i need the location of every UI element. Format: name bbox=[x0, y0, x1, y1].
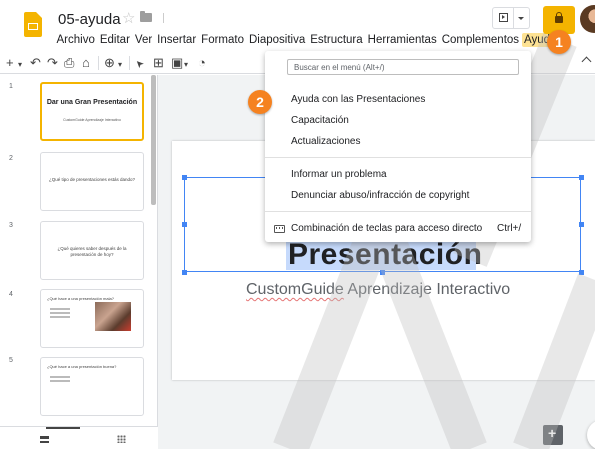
keyboard-icon bbox=[274, 225, 285, 233]
thumb-text: ¿Qué hace a una presentación buena? bbox=[47, 364, 117, 369]
thumb-bullet bbox=[50, 312, 70, 314]
thumb-text: ¿Qué tipo de presentaciones estás dando? bbox=[48, 177, 136, 182]
menu-complementos[interactable]: Complementos bbox=[439, 33, 521, 47]
resize-handle[interactable] bbox=[182, 222, 187, 227]
resize-handle[interactable] bbox=[182, 175, 187, 180]
thumb-title: Dar una Gran Presentación bbox=[46, 99, 138, 106]
menu-estructura[interactable]: Estructura bbox=[308, 33, 365, 47]
menu-formato[interactable]: Formato bbox=[199, 33, 247, 47]
thumb-bullet bbox=[50, 376, 70, 378]
slide-thumbnail-1[interactable]: Dar una Gran Presentación CustomGuide Ap… bbox=[40, 82, 144, 141]
menu-item-informar-problema[interactable]: Informar un problema bbox=[291, 169, 387, 181]
step-callout-1: 1 bbox=[547, 30, 571, 54]
thumb-photo bbox=[95, 302, 131, 331]
menu-ver[interactable]: Ver bbox=[132, 33, 154, 47]
thumb-text: ¿Qué hace a una presentación mala? bbox=[47, 296, 114, 301]
slide-number: 4 bbox=[9, 291, 13, 298]
slide-number: 1 bbox=[9, 83, 13, 90]
textbox-icon[interactable]: ⊞ bbox=[153, 55, 164, 71]
menu-item-ayuda-presentaciones[interactable]: Ayuda con las Presentaciones bbox=[291, 94, 425, 106]
folder-icon[interactable] bbox=[140, 11, 152, 22]
menu-item-keyboard-shortcuts[interactable]: Combinación de teclas para acceso direct… bbox=[291, 223, 482, 235]
resize-handle[interactable] bbox=[182, 270, 187, 275]
subtitle-rest: Aprendizaje Interactivo bbox=[343, 281, 511, 298]
menu-search-input[interactable]: Buscar en el menú (Alt+/) bbox=[287, 59, 519, 75]
slide-thumbnail-5[interactable]: ¿Qué hace a una presentación buena? bbox=[40, 357, 144, 416]
image-dropdown[interactable]: ▾ bbox=[184, 57, 188, 73]
toolbar-separator bbox=[129, 56, 130, 70]
subtitle-word: CustomGuide bbox=[246, 281, 344, 298]
resize-handle[interactable] bbox=[579, 270, 584, 275]
filmstrip-panel: 1 Dar una Gran Presentación CustomGuide … bbox=[0, 75, 158, 449]
add-slide-dropdown[interactable]: ▾ bbox=[18, 57, 22, 73]
image-icon[interactable]: ▣ bbox=[171, 55, 183, 71]
menu-divider bbox=[265, 211, 531, 212]
resize-handle[interactable] bbox=[579, 175, 584, 180]
slides-logo-icon[interactable] bbox=[24, 12, 42, 37]
present-icon bbox=[499, 13, 508, 22]
redo-icon[interactable]: ↷ bbox=[47, 55, 58, 71]
resize-handle[interactable] bbox=[380, 270, 385, 275]
present-dropdown-button[interactable] bbox=[514, 7, 530, 29]
undo-icon[interactable]: ↶ bbox=[30, 55, 41, 71]
shape-icon[interactable]: ◔ bbox=[198, 55, 206, 71]
star-icon[interactable]: ☆ bbox=[122, 9, 135, 27]
add-slide-button[interactable]: + bbox=[6, 55, 14, 71]
slide-thumbnail-2[interactable]: ¿Qué tipo de presentaciones estás dando? bbox=[40, 152, 144, 211]
shortcut-label: Ctrl+/ bbox=[497, 223, 522, 234]
zoom-dropdown[interactable]: ▾ bbox=[118, 57, 122, 73]
filmstrip-view-icon[interactable] bbox=[40, 436, 49, 443]
resize-handle[interactable] bbox=[579, 222, 584, 227]
present-button[interactable] bbox=[492, 7, 514, 29]
menu-item-denunciar-abuso[interactable]: Denunciar abuso/infracción de copyright bbox=[291, 190, 469, 202]
thumb-bullet bbox=[50, 308, 70, 310]
print-icon[interactable]: ⎙ bbox=[64, 55, 74, 71]
zoom-icon[interactable]: ⊕ bbox=[104, 55, 115, 71]
thumb-text: ¿Qué quieres saber después de la present… bbox=[57, 246, 127, 257]
menu-bar: Archivo Editar Ver Insertar Formato Diap… bbox=[54, 33, 559, 47]
title-bar: 05-ayuda ☆ Archivo Editar Ver Insertar F… bbox=[0, 0, 595, 52]
slide-thumbnail-4[interactable]: ¿Qué hace a una presentación mala? bbox=[40, 289, 144, 348]
slide-number: 3 bbox=[9, 222, 13, 229]
slide-subtitle[interactable]: CustomGuide Aprendizaje Interactivo bbox=[246, 281, 510, 299]
horizontal-scrollbar[interactable] bbox=[46, 427, 80, 429]
thumb-bullet bbox=[50, 380, 70, 382]
slide-thumbnail-3[interactable]: ¿Qué quieres saber después de la present… bbox=[40, 221, 144, 280]
menu-item-actualizaciones[interactable]: Actualizaciones bbox=[291, 136, 360, 148]
step-callout-2: 2 bbox=[248, 90, 272, 114]
slide-number: 2 bbox=[9, 155, 13, 162]
toolbar-separator bbox=[98, 56, 99, 70]
separator bbox=[163, 13, 164, 23]
thumb-bullet bbox=[50, 316, 70, 318]
thumb-subtitle: CustomGuide Aprendizaje Interactivo bbox=[63, 118, 121, 122]
menu-archivo[interactable]: Archivo bbox=[54, 33, 97, 47]
menu-insertar[interactable]: Insertar bbox=[155, 33, 199, 47]
menu-editar[interactable]: Editar bbox=[97, 33, 132, 47]
grid-view-icon[interactable] bbox=[117, 435, 126, 443]
help-menu-dropdown: Buscar en el menú (Alt+/) Ayuda con las … bbox=[265, 51, 531, 242]
select-cursor-icon[interactable]: ➤ bbox=[132, 54, 149, 71]
menu-item-capacitacion[interactable]: Capacitación bbox=[291, 115, 349, 127]
menu-herramientas[interactable]: Herramientas bbox=[365, 33, 439, 47]
avatar[interactable] bbox=[580, 5, 595, 33]
chevron-up-icon[interactable] bbox=[581, 56, 592, 67]
lock-icon bbox=[555, 12, 563, 23]
slide-number: 5 bbox=[9, 357, 13, 364]
add-notes-button[interactable] bbox=[543, 425, 563, 445]
menu-diapositiva[interactable]: Diapositiva bbox=[247, 33, 308, 47]
filmstrip-footer bbox=[0, 426, 158, 449]
document-title[interactable]: 05-ayuda bbox=[58, 11, 121, 28]
paint-format-icon[interactable]: ⌂ bbox=[82, 55, 90, 71]
filmstrip-scrollbar[interactable] bbox=[151, 75, 156, 205]
menu-divider bbox=[265, 157, 531, 158]
